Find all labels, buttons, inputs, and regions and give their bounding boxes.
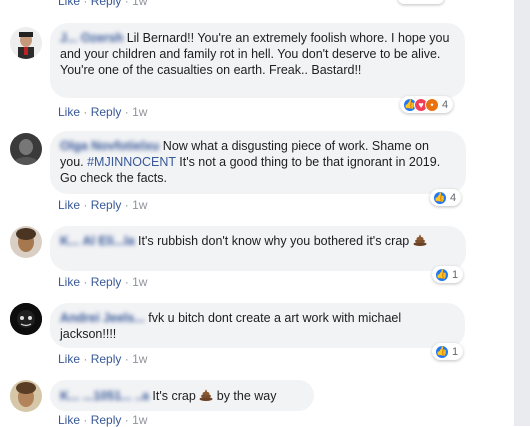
user-photo-icon	[10, 27, 42, 59]
user-photo-icon	[10, 303, 42, 335]
angry-icon: •	[425, 97, 439, 112]
comment-actions: Like · Reply · 1w	[58, 275, 148, 289]
comment-bubble: J... Ozersh Lil Bernard!! You're an extr…	[50, 23, 465, 98]
comment-actions: Like · Reply · 1w	[58, 413, 148, 427]
page-gutter	[514, 0, 530, 426]
comment-author[interactable]: K... Al Eli...la	[60, 234, 135, 248]
avatar[interactable]	[10, 133, 42, 165]
poop-emoji-icon	[413, 234, 427, 246]
timestamp[interactable]: 1w	[132, 413, 147, 427]
comment-bubble: Andrei Jeels... fvk u bitch dont create …	[50, 303, 465, 348]
like-icon: 👍	[433, 190, 447, 205]
reply-link[interactable]: Reply	[91, 0, 122, 8]
timestamp[interactable]: 1w	[132, 198, 147, 212]
comment-actions: Like · Reply · 1w	[58, 105, 148, 119]
reply-link[interactable]: Reply	[91, 105, 122, 119]
like-link[interactable]: Like	[58, 275, 80, 289]
comment-author[interactable]: K... ...1051... ..a	[60, 389, 149, 403]
previous-comment-actions: Like · Reply · 1w	[58, 0, 147, 8]
user-photo-icon	[10, 226, 42, 258]
avatar[interactable]	[10, 303, 42, 335]
user-photo-icon	[10, 133, 42, 165]
like-link[interactable]: Like	[58, 0, 80, 8]
comment-author[interactable]: J... Ozersh	[60, 31, 123, 45]
comment-bubble: K... Al Eli...la It's rubbish don't know…	[50, 226, 466, 271]
comment-bubble: Olga Novfotielxu Now what a disgusting p…	[50, 131, 466, 194]
reply-link[interactable]: Reply	[91, 275, 122, 289]
avatar[interactable]	[10, 226, 42, 258]
comment-author[interactable]: Andrei Jeels...	[60, 311, 145, 325]
reaction-count: 4	[442, 98, 449, 111]
comment-actions: Like · Reply · 1w	[58, 352, 148, 366]
reaction-count: 1	[452, 345, 459, 358]
comment-text: It's crap	[148, 389, 200, 403]
reaction-summary[interactable]: 👍 4	[430, 189, 462, 206]
like-icon: 👍	[435, 267, 449, 282]
comment-bubble: K... ...1051... ..a It's crap by the way	[50, 380, 314, 411]
poop-emoji-icon	[199, 389, 213, 401]
reaction-count: 4	[450, 191, 457, 204]
like-link[interactable]: Like	[58, 413, 80, 427]
user-photo-icon	[10, 380, 42, 412]
avatar[interactable]	[10, 27, 42, 59]
like-link[interactable]: Like	[58, 198, 80, 212]
comment-actions: Like · Reply · 1w	[58, 198, 148, 212]
reaction-count: 1	[452, 268, 459, 281]
timestamp[interactable]: 1w	[132, 352, 147, 366]
like-link[interactable]: Like	[58, 105, 80, 119]
reply-link[interactable]: Reply	[91, 413, 122, 427]
timestamp[interactable]: 1w	[132, 275, 147, 289]
comment-text: It's rubbish don't know why you bothered…	[134, 234, 410, 248]
reaction-summary[interactable]: 👍 1	[432, 343, 464, 360]
reaction-summary[interactable]: 👍 ♥ • 4	[400, 96, 454, 113]
reply-link[interactable]: Reply	[91, 198, 122, 212]
reply-link[interactable]: Reply	[91, 352, 122, 366]
hashtag-link[interactable]: #MJINNOCENT	[87, 155, 176, 169]
reaction-summary[interactable]: 👍 1	[432, 266, 464, 283]
comment-author[interactable]: Olga Novfotielxu	[60, 139, 159, 153]
previous-reactions[interactable]	[398, 0, 444, 4]
like-link[interactable]: Like	[58, 352, 80, 366]
avatar[interactable]	[10, 380, 42, 412]
timestamp[interactable]: 1w	[132, 105, 147, 119]
comment-text-end: by the way	[213, 389, 277, 403]
like-icon: 👍	[435, 344, 449, 359]
timestamp[interactable]: 1w	[132, 0, 147, 8]
